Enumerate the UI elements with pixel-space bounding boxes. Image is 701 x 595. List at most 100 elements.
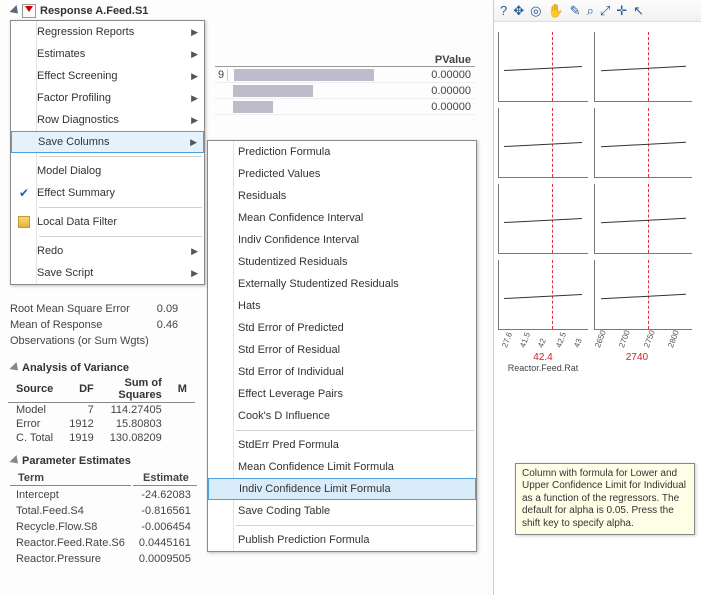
col-term: Term [10, 471, 131, 486]
mean-label: Mean of Response [10, 318, 155, 332]
cell: 0.0445161 [133, 536, 197, 550]
obs-label: Observations (or Sum Wgts) [10, 334, 155, 348]
menu-effect-screening[interactable]: Effect Screening▶ [11, 65, 204, 87]
menu-save-coding-table[interactable]: Save Coding Table [208, 500, 476, 522]
cell: 15.80803 [102, 417, 170, 431]
disclosure-icon [9, 455, 21, 467]
menu-hats[interactable]: Hats [208, 295, 476, 317]
response-header[interactable]: Response A.Feed.S1 [8, 2, 485, 20]
cell: 7 [61, 403, 101, 418]
menu-save-script[interactable]: Save Script▶ [11, 262, 204, 284]
chart-panel[interactable] [498, 184, 588, 254]
bar [234, 69, 374, 81]
cell: Error [8, 417, 61, 431]
tooltip: Column with formula for Lower and Upper … [515, 463, 695, 536]
menu-effect-summary[interactable]: ✔Effect Summary [11, 182, 204, 204]
rmse-val: 0.09 [157, 302, 184, 316]
disclosure-icon [9, 5, 21, 17]
chart-panel[interactable] [594, 32, 692, 102]
lasso-icon[interactable]: ⌕ [587, 3, 594, 19]
pvalue-header: PValue [435, 54, 471, 66]
mean-val: 0.46 [157, 318, 184, 332]
col-m: M [170, 376, 195, 403]
menu-save-columns[interactable]: Save Columns▶ [11, 131, 204, 153]
crosshairs-icon[interactable]: ✛ [616, 3, 627, 19]
menu-factor-profiling[interactable]: Factor Profiling▶ [11, 87, 204, 109]
col-df: DF [61, 376, 101, 403]
menu-regression-reports[interactable]: Regression Reports▶ [11, 21, 204, 43]
filter-icon [18, 216, 30, 228]
cell: Model [8, 403, 61, 418]
menu-stderr-individual[interactable]: Std Error of Individual [208, 361, 476, 383]
col-source: Source [8, 376, 61, 403]
menu-effect-leverage-pairs[interactable]: Effect Leverage Pairs [208, 383, 476, 405]
chart-panel[interactable] [594, 260, 692, 330]
profiler-charts: 27.6 41.5 42 42.5 43 2650 2700 2750 2800… [494, 22, 701, 373]
cell: 130.08209 [102, 431, 170, 445]
brush-icon[interactable]: ✎ [570, 3, 581, 19]
pvalue: 0.00000 [431, 101, 475, 113]
menu-redo[interactable]: Redo▶ [11, 240, 204, 262]
menu-stderr-residual[interactable]: Std Error of Residual [208, 339, 476, 361]
cell: 114.27405 [102, 403, 170, 418]
pvalue: 0.00000 [431, 85, 475, 97]
menu-residuals[interactable]: Residuals [208, 185, 476, 207]
current-x-left[interactable]: 42.4 [498, 352, 588, 363]
col-est: Estimate [133, 471, 197, 486]
menu-studentized-residuals[interactable]: Studentized Residuals [208, 251, 476, 273]
rmse-label: Root Mean Square Error [10, 302, 155, 316]
chart-panel[interactable] [594, 108, 692, 178]
pvalue: 0.00000 [431, 69, 475, 81]
help-icon[interactable]: ? [500, 3, 507, 18]
chart-panel[interactable] [498, 260, 588, 330]
cell: Intercept [10, 488, 131, 502]
menu-stderr-predicted[interactable]: Std Error of Predicted [208, 317, 476, 339]
anova-title: Analysis of Variance [22, 362, 129, 374]
check-icon: ✔ [19, 186, 29, 200]
col-ss: Sum ofSquares [102, 376, 170, 403]
save-columns-submenu: Prediction Formula Predicted Values Resi… [207, 140, 477, 552]
menu-cooks-d[interactable]: Cook's D Influence [208, 405, 476, 427]
param-table: TermEstimate Intercept-24.62083 Total.Fe… [8, 469, 199, 568]
hotspot-icon[interactable] [22, 4, 36, 18]
menu-prediction-formula[interactable]: Prediction Formula [208, 141, 476, 163]
cell: 1919 [61, 431, 101, 445]
menu-local-data-filter[interactable]: Local Data Filter [11, 211, 204, 233]
current-x-right[interactable]: 2740 [588, 352, 686, 363]
cell: -0.816561 [133, 504, 197, 518]
cell: Recycle.Flow.S8 [10, 520, 131, 534]
cell: -0.006454 [133, 520, 197, 534]
selection-icon[interactable]: ↖ [633, 3, 644, 19]
menu-ext-studentized-residuals[interactable]: Externally Studentized Residuals [208, 273, 476, 295]
bar [233, 101, 273, 113]
cell: Reactor.Pressure [10, 552, 131, 566]
chart-panel[interactable] [594, 184, 692, 254]
arrow-icon[interactable]: ✥ [513, 3, 524, 19]
menu-model-dialog[interactable]: Model Dialog [11, 160, 204, 182]
menu-publish-prediction-formula[interactable]: Publish Prediction Formula [208, 529, 476, 551]
x-ticks-left: 27.6 41.5 42 42.5 43 [498, 330, 588, 348]
cell: Total.Feed.S4 [10, 504, 131, 518]
menu-mean-ci[interactable]: Mean Confidence Interval [208, 207, 476, 229]
scroller-icon[interactable]: ◎ [530, 3, 541, 19]
menu-mean-cl-formula[interactable]: Mean Confidence Limit Formula [208, 456, 476, 478]
effect-summary-background: PValue 9 0.00000 0.00000 0.00000 [215, 54, 475, 115]
response-title: Response A.Feed.S1 [40, 5, 148, 17]
menu-predicted-values[interactable]: Predicted Values [208, 163, 476, 185]
row-frag: 9 [215, 69, 228, 81]
menu-estimates[interactable]: Estimates▶ [11, 43, 204, 65]
cell: C. Total [8, 431, 61, 445]
menu-stderr-pred-formula[interactable]: StdErr Pred Formula [208, 434, 476, 456]
chart-panel[interactable] [498, 32, 588, 102]
disclosure-icon [9, 362, 21, 374]
menu-indiv-ci[interactable]: Indiv Confidence Interval [208, 229, 476, 251]
menu-indiv-cl-formula[interactable]: Indiv Confidence Limit Formula [208, 478, 476, 500]
cell: 0.0009505 [133, 552, 197, 566]
param-title: Parameter Estimates [22, 455, 131, 467]
summary-of-fit: Root Mean Square Error0.09 Mean of Respo… [8, 300, 186, 350]
axis-name-right [588, 363, 686, 373]
magnifier-icon[interactable]: ⤢ [600, 3, 610, 19]
grabber-icon[interactable]: ✋ [547, 3, 563, 19]
chart-panel[interactable] [498, 108, 588, 178]
menu-row-diagnostics[interactable]: Row Diagnostics▶ [11, 109, 204, 131]
